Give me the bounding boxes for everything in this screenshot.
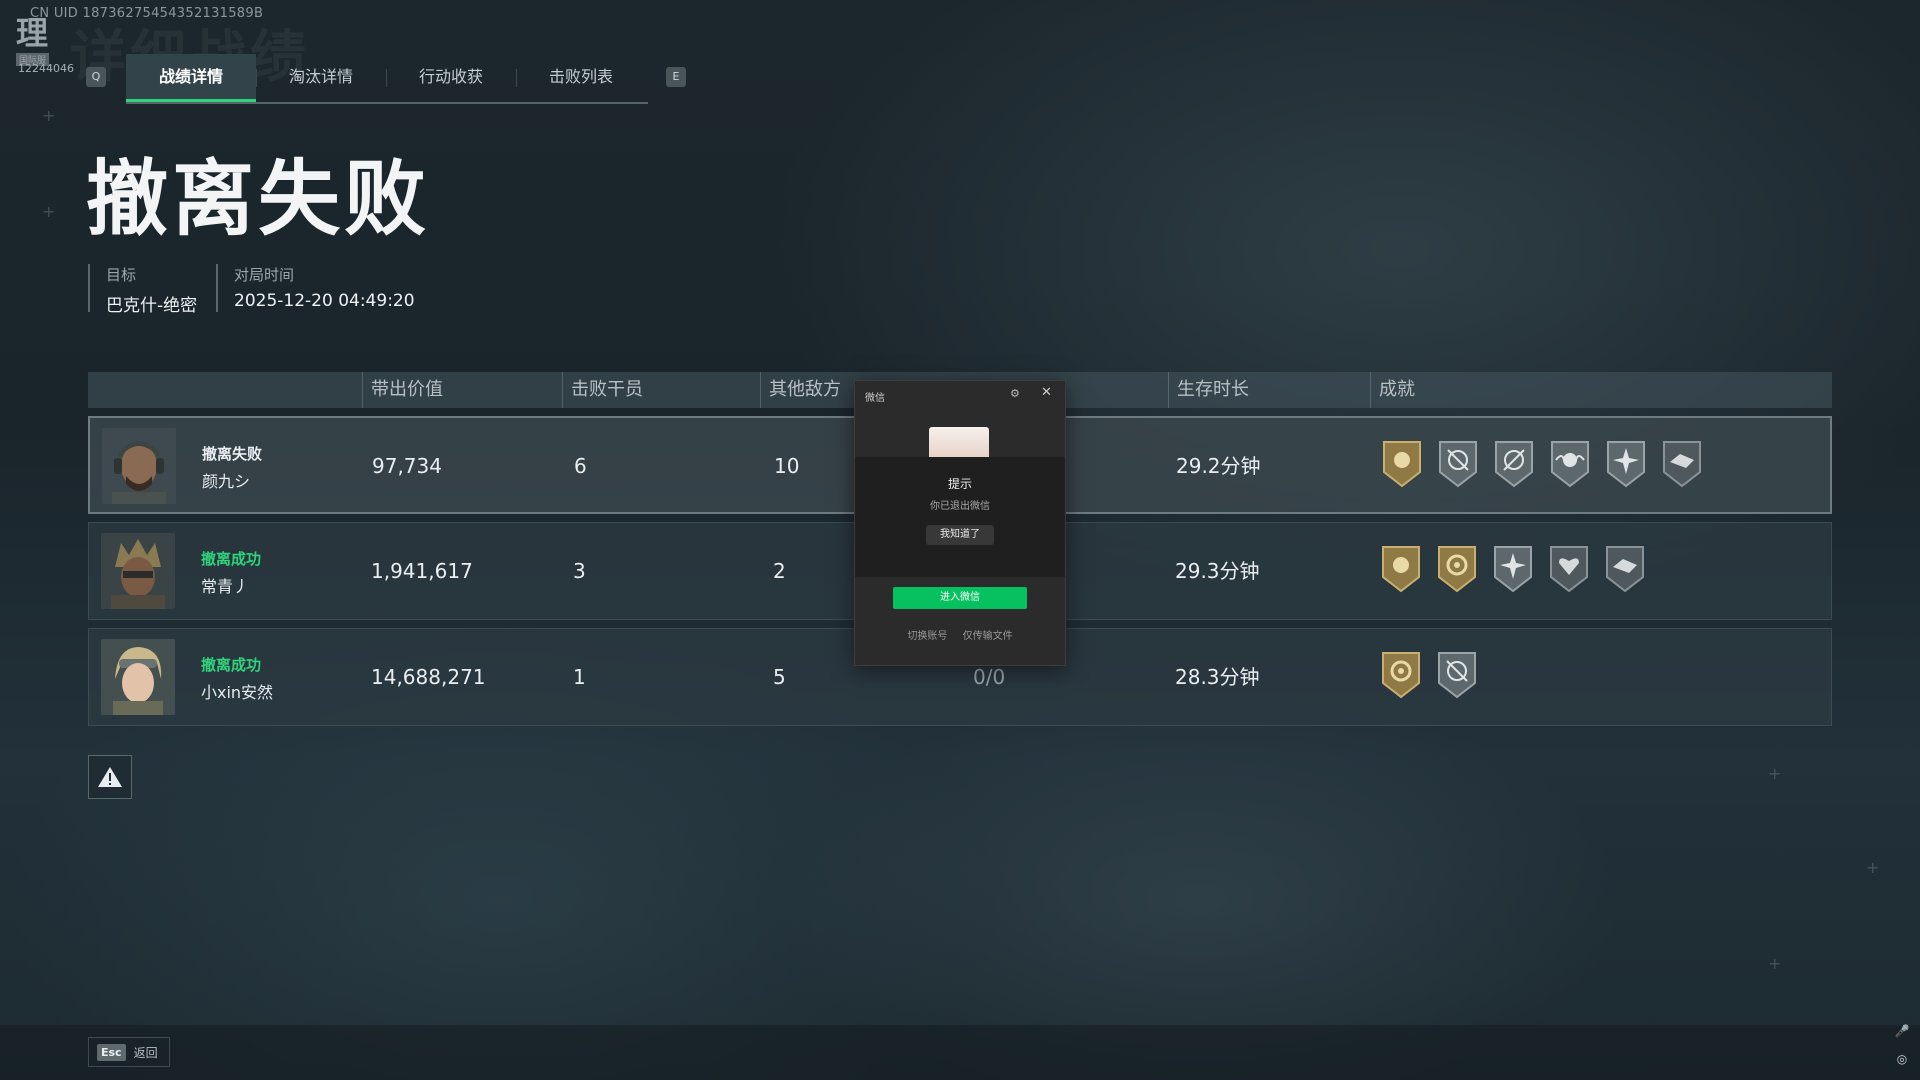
achievement-handshake-icon[interactable] bbox=[1660, 438, 1704, 488]
target-value: 巴克什-绝密 bbox=[106, 296, 198, 316]
dialog-notice: 提示 你已退出微信 我知道了 bbox=[855, 457, 1065, 577]
kill-count: 6 bbox=[574, 454, 587, 478]
notice-message: 你已退出微信 bbox=[930, 501, 990, 512]
achievement-heart-hands-icon[interactable] bbox=[1547, 543, 1591, 593]
header-value: 带出价值 bbox=[362, 372, 443, 408]
bottom-bar bbox=[0, 1025, 1920, 1080]
avatar bbox=[102, 428, 176, 504]
achievement-gold-sun-icon[interactable] bbox=[1380, 438, 1424, 488]
crosshair-decoration: + bbox=[42, 202, 56, 221]
settings-icon[interactable]: ◎ bbox=[1894, 1052, 1910, 1068]
achievement-list bbox=[1379, 543, 1647, 593]
player-name: 小xin安然 bbox=[201, 683, 274, 702]
back-label: 返回 bbox=[133, 1045, 158, 1060]
achievement-crosshair-icon[interactable] bbox=[1492, 438, 1536, 488]
header-survival-time: 生存时长 bbox=[1168, 372, 1249, 408]
kill-count: 3 bbox=[573, 559, 586, 583]
target-info: 目标 巴克什-绝密 bbox=[88, 264, 197, 316]
crosshair-decoration: + bbox=[1768, 764, 1782, 783]
extraction-status: 撤离失败 bbox=[202, 445, 263, 463]
enter-wechat-button[interactable]: 进入微信 bbox=[893, 587, 1027, 609]
tab-loot[interactable]: 行动收获 bbox=[386, 54, 516, 102]
player-name: 常青丿 bbox=[201, 577, 250, 596]
wechat-dialog: 微信 ⚙ ✕ 提示 你已退出微信 我知道了 进入微信 切换账号 仅传输文件 bbox=[854, 380, 1066, 666]
time-value: 2025-12-20 04:49:20 bbox=[234, 291, 415, 311]
achievement-list bbox=[1380, 438, 1704, 488]
tab-kills[interactable]: 击败列表 bbox=[516, 54, 646, 102]
tab-performance[interactable]: 战绩详情 bbox=[126, 54, 256, 102]
avatar bbox=[101, 533, 175, 609]
achievement-handshake-icon[interactable] bbox=[1603, 543, 1647, 593]
avatar bbox=[101, 639, 175, 715]
survival-time: 29.3分钟 bbox=[1175, 559, 1260, 583]
report-warning-button[interactable] bbox=[88, 755, 132, 799]
next-tab-key[interactable]: E bbox=[666, 67, 686, 87]
survival-time: 29.2分钟 bbox=[1176, 454, 1261, 478]
esc-key: Esc bbox=[97, 1043, 126, 1061]
survival-time: 28.3分钟 bbox=[1175, 665, 1260, 689]
warning-icon bbox=[98, 767, 122, 787]
gear-icon[interactable]: ⚙ bbox=[1010, 387, 1020, 400]
tab-elimination[interactable]: 淘汰详情 bbox=[256, 54, 386, 102]
achievement-star-icon[interactable] bbox=[1491, 543, 1535, 593]
crosshair-decoration: + bbox=[1768, 954, 1782, 973]
extract-value: 14,688,271 bbox=[371, 665, 486, 689]
result-title: 撤离失败 bbox=[86, 152, 431, 247]
other-enemies-count: 10 bbox=[774, 454, 800, 478]
crosshair-decoration: + bbox=[42, 106, 56, 125]
tab-bar: 战绩详情 淘汰详情 行动收获 击败列表 bbox=[126, 54, 648, 104]
achievement-list bbox=[1379, 649, 1479, 699]
achievement-crosshair-icon[interactable] bbox=[1436, 438, 1480, 488]
match-time-info: 对局时间 2025-12-20 04:49:20 bbox=[216, 264, 415, 312]
achievement-gold-target-icon[interactable] bbox=[1379, 649, 1423, 699]
achievement-crosshair-icon[interactable] bbox=[1435, 649, 1479, 699]
header-achievements: 成就 bbox=[1370, 372, 1415, 408]
close-icon[interactable]: ✕ bbox=[1041, 385, 1052, 400]
microphone-icon[interactable]: 🎤 bbox=[1894, 1024, 1910, 1040]
achievement-star-icon[interactable] bbox=[1604, 438, 1648, 488]
other-enemies-count: 5 bbox=[773, 665, 786, 689]
back-button[interactable]: Esc 返回 bbox=[88, 1037, 170, 1067]
logo-glyph: 理 bbox=[16, 14, 49, 52]
dialog-title: 微信 bbox=[865, 393, 885, 404]
acknowledge-button[interactable]: 我知道了 bbox=[926, 525, 994, 545]
extract-value: 1,941,617 bbox=[371, 559, 473, 583]
prev-tab-key[interactable]: Q bbox=[86, 67, 106, 87]
player-name: 颜九シ bbox=[202, 472, 251, 491]
notice-title: 提示 bbox=[947, 477, 972, 491]
achievement-gold-sun-icon[interactable] bbox=[1379, 543, 1423, 593]
game-logo: 理 国际服 bbox=[16, 14, 74, 66]
header-other-enemies: 其他敌方 bbox=[760, 372, 841, 408]
other-enemies-count: 2 bbox=[773, 559, 786, 583]
extraction-status: 撤离成功 bbox=[201, 550, 262, 568]
transfer-files-link[interactable]: 仅传输文件 bbox=[963, 631, 1013, 642]
target-label: 目标 bbox=[106, 266, 137, 284]
kill-count: 1 bbox=[573, 665, 586, 689]
avatar bbox=[929, 427, 989, 457]
achievement-gold-target-icon[interactable] bbox=[1435, 543, 1479, 593]
switch-account-link[interactable]: 切换账号 bbox=[907, 631, 947, 642]
time-label: 对局时间 bbox=[234, 266, 295, 284]
extraction-status: 撤离成功 bbox=[201, 656, 262, 674]
crosshair-decoration: + bbox=[1866, 858, 1880, 877]
achievement-wings-icon[interactable] bbox=[1548, 438, 1592, 488]
dialog-links: 切换账号 仅传输文件 bbox=[855, 627, 1065, 642]
header-kills: 击败干员 bbox=[562, 372, 643, 408]
extract-value: 97,734 bbox=[372, 454, 442, 478]
logo-number: 12244046 bbox=[18, 62, 74, 75]
